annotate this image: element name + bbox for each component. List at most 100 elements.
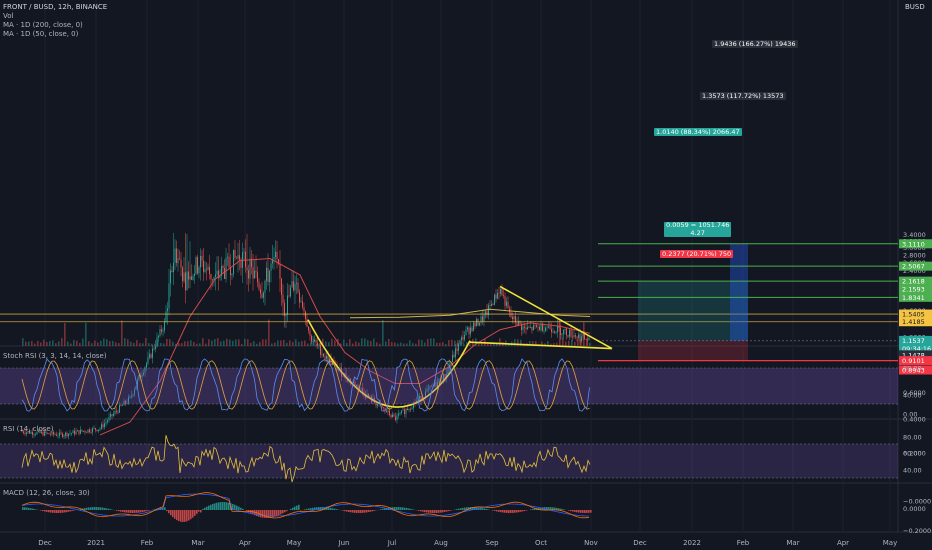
candle-body — [81, 429, 83, 432]
macd-histogram-bar — [138, 510, 140, 513]
volume-bar — [169, 339, 171, 346]
volume-bar — [100, 340, 102, 346]
volume-bar — [280, 340, 282, 346]
candle-body — [152, 348, 153, 358]
volume-bar — [61, 338, 63, 346]
candle-body — [179, 258, 180, 260]
candle-body — [467, 327, 468, 330]
volume-bar — [355, 341, 357, 346]
volume-bar — [91, 343, 93, 346]
macd-histogram-bar — [172, 510, 174, 518]
entry-annotation-line2: 4.27 — [690, 228, 705, 237]
candle-body — [387, 410, 389, 413]
candle-body — [555, 332, 557, 333]
candle-body — [405, 408, 407, 415]
time-axis-label: Mar — [191, 539, 204, 547]
volume-bar — [241, 343, 243, 346]
stoch-tick-label: 40.00 — [903, 392, 922, 400]
candle-body — [269, 270, 270, 283]
volume-bar — [133, 342, 135, 346]
macd-histogram-bar — [438, 510, 440, 513]
candle-body — [165, 311, 167, 322]
volume-bar — [67, 341, 69, 346]
candle-body — [549, 326, 551, 330]
volume-bar — [565, 341, 567, 346]
candle-body — [35, 434, 36, 436]
volume-bar — [391, 342, 393, 346]
candle-body — [263, 292, 264, 298]
macd-histogram-bar — [290, 508, 292, 510]
macd-histogram-bar — [22, 507, 24, 510]
macd-histogram-bar — [298, 504, 300, 510]
macd-histogram-bar — [206, 506, 208, 510]
volume-bar — [364, 338, 366, 346]
volume-bar — [379, 343, 381, 346]
macd-histogram-bar — [568, 510, 570, 511]
volume-bar — [271, 343, 273, 346]
volume-bar — [217, 338, 219, 346]
macd-histogram-bar — [448, 510, 450, 512]
macd-histogram-bar — [306, 508, 308, 510]
time-axis-label: Mar — [786, 539, 799, 547]
macd-histogram-bar — [336, 509, 338, 510]
stoch-tick-label: 80.00 — [903, 365, 922, 373]
candle-body — [309, 330, 311, 336]
macd-histogram-bar — [100, 507, 102, 510]
candle-body — [536, 325, 537, 327]
candle-body — [465, 329, 467, 336]
macd-histogram-bar — [458, 508, 460, 510]
candle-body — [93, 428, 95, 429]
macd-histogram-bar — [294, 506, 296, 510]
macd-histogram-bar — [512, 510, 514, 513]
macd-histogram-bar — [208, 505, 210, 510]
macd-histogram-bar — [380, 509, 382, 510]
candle-body — [522, 326, 524, 331]
candle-body — [303, 307, 305, 312]
volume-bar — [181, 343, 183, 346]
macd-histogram-bar — [32, 508, 34, 510]
macd-histogram-bar — [148, 510, 150, 511]
macd-histogram-bar — [262, 510, 264, 518]
candle-body — [153, 348, 155, 350]
chart-canvas[interactable]: 3.40003.20003.00002.80002.60002.40002.20… — [0, 0, 932, 550]
macd-histogram-bar — [120, 510, 122, 512]
symbol-title[interactable]: FRONT / BUSD, 12h, BINANCE — [3, 3, 107, 12]
candle-body — [551, 329, 552, 333]
candle-body — [491, 303, 492, 307]
macd-histogram-bar — [276, 510, 278, 517]
macd-histogram-bar — [586, 510, 588, 513]
macd-histogram-bar — [530, 509, 532, 510]
macd-histogram-bar — [200, 510, 202, 513]
time-axis-label: Jun — [338, 539, 350, 547]
candle-body — [492, 303, 494, 305]
candle-body — [299, 292, 300, 303]
candle-body — [527, 327, 528, 330]
macd-histogram-bar — [24, 507, 26, 510]
volume-bar — [346, 343, 348, 346]
candle-body — [68, 433, 69, 437]
macd-histogram-bar — [368, 510, 370, 513]
volume-bar — [448, 340, 450, 346]
volume-bar — [451, 339, 453, 346]
macd-histogram-bar — [430, 510, 432, 513]
macd-histogram-bar — [450, 510, 452, 511]
macd-histogram-bar — [124, 510, 126, 513]
candle-body — [404, 409, 405, 415]
volume-bar — [268, 319, 270, 346]
macd-histogram-bar — [584, 510, 586, 513]
time-axis-label: Feb — [141, 539, 154, 547]
volume-bar — [112, 340, 114, 346]
volume-bar — [235, 339, 237, 346]
candle-body — [186, 271, 188, 291]
entry-annotation: 0.0059 = 1051.746 4.27 — [664, 221, 732, 237]
volume-bar — [394, 342, 396, 346]
candle-body — [497, 293, 498, 299]
candle-body — [524, 326, 525, 328]
macd-histogram-bar — [90, 507, 92, 510]
macd-histogram-bar — [328, 507, 330, 510]
macd-histogram-bar — [228, 502, 230, 510]
volume-bar — [37, 340, 39, 346]
volume-bar — [427, 338, 429, 346]
volume-bar — [97, 342, 99, 346]
candle-body — [498, 293, 500, 294]
